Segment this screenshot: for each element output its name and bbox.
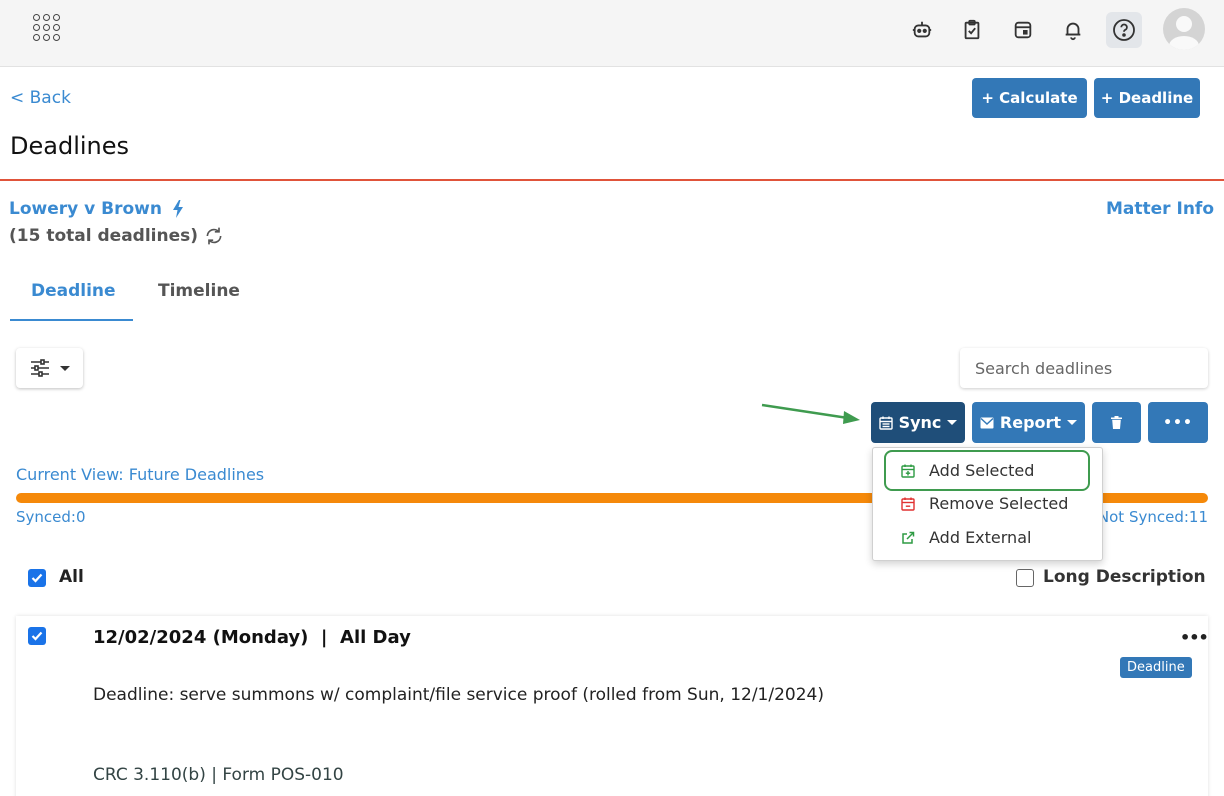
menu-item-label: Remove Selected <box>929 494 1069 513</box>
matter-name-row[interactable]: Lowery v Brown <box>9 199 184 219</box>
calendar-widget-icon[interactable] <box>1011 18 1035 42</box>
caret-down-icon <box>947 420 958 425</box>
search-input[interactable] <box>960 348 1208 388</box>
back-link[interactable]: < Back <box>10 88 71 108</box>
page-title: Deadlines <box>10 132 130 160</box>
help-icon <box>1113 19 1135 41</box>
calendar-icon <box>878 416 893 430</box>
envelope-icon <box>980 417 994 428</box>
highlight-annotation <box>884 450 1090 491</box>
trash-icon <box>1111 416 1122 429</box>
long-description-label: Long Description <box>1043 567 1206 587</box>
matter-info-link[interactable]: Matter Info <box>1106 199 1214 219</box>
deadline-checkbox[interactable] <box>28 627 46 645</box>
check-icon <box>31 573 43 583</box>
clipboard-check-icon[interactable] <box>960 18 984 42</box>
apps-grid-icon[interactable] <box>33 14 61 42</box>
sliders-icon <box>30 359 49 377</box>
header-divider <box>0 179 1224 181</box>
report-label: Report <box>999 413 1062 432</box>
check-icon <box>31 631 43 641</box>
lightning-icon <box>172 200 183 218</box>
caret-down-icon <box>1067 420 1078 425</box>
menu-item-add-external[interactable]: Add External <box>901 528 1031 547</box>
deadline-date: 12/02/2024 (Monday) | All Day <box>93 627 411 648</box>
calculate-button[interactable]: + Calculate <box>972 78 1087 118</box>
delete-button[interactable] <box>1092 402 1141 443</box>
deadline-rule: CRC 3.110(b) | Form POS-010 <box>93 765 344 785</box>
deadline-more-button[interactable]: ••• <box>1180 628 1209 647</box>
tab-timeline[interactable]: Timeline <box>158 281 240 301</box>
long-description-checkbox[interactable] <box>1016 569 1034 587</box>
calendar-minus-icon <box>901 497 915 511</box>
sync-button[interactable]: Sync <box>871 402 965 443</box>
pointer-arrow-annotation <box>761 403 860 424</box>
refresh-icon[interactable] <box>204 226 224 246</box>
current-view-label: Current View: Future Deadlines <box>16 465 265 484</box>
tab-deadline[interactable]: Deadline <box>31 281 116 301</box>
filter-button[interactable] <box>16 348 83 388</box>
more-actions-button[interactable]: ••• <box>1148 402 1208 443</box>
help-button[interactable] <box>1106 12 1142 48</box>
chevron-down-icon <box>59 365 70 371</box>
deadline-count-row: (15 total deadlines) <box>9 226 224 246</box>
avatar[interactable] <box>1163 8 1205 50</box>
bell-icon[interactable] <box>1061 18 1085 42</box>
select-all-label: All <box>59 567 84 587</box>
matter-name[interactable]: Lowery v Brown <box>9 199 162 219</box>
deadline-count: (15 total deadlines) <box>9 226 199 246</box>
not-synced-count: Not Synced:11 <box>1097 508 1208 526</box>
deadline-type-badge: Deadline <box>1120 657 1192 678</box>
sync-label: Sync <box>898 413 942 432</box>
menu-item-remove-selected[interactable]: Remove Selected <box>901 494 1068 513</box>
active-tab-indicator <box>10 319 133 321</box>
top-bar <box>0 0 1224 67</box>
robot-icon[interactable] <box>910 18 934 42</box>
external-link-icon <box>902 531 915 544</box>
deadline-description: Deadline: serve summons w/ complaint/fil… <box>93 685 824 705</box>
report-button[interactable]: Report <box>972 402 1085 443</box>
menu-item-label: Add External <box>929 528 1032 547</box>
add-deadline-button[interactable]: + Deadline <box>1094 78 1200 118</box>
select-all-checkbox[interactable] <box>28 569 46 587</box>
synced-count: Synced:0 <box>16 508 86 526</box>
